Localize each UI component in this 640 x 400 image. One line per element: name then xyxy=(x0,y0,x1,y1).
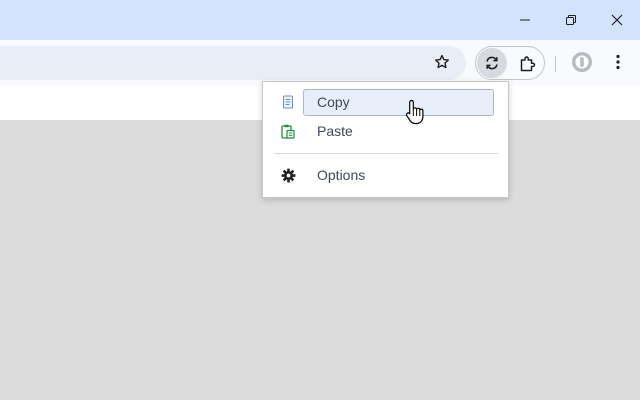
extensions-group xyxy=(475,46,545,80)
hand-pointer-cursor xyxy=(405,99,425,125)
restore-icon xyxy=(566,15,576,25)
puzzle-extensions-icon xyxy=(520,56,536,72)
paste-clipboard-icon xyxy=(280,123,296,139)
toolbar-separator xyxy=(555,56,556,72)
extension-popup-menu: Copy Paste Options xyxy=(262,81,509,198)
options-label: Options xyxy=(317,167,366,183)
more-menu-icon xyxy=(616,54,620,70)
profile-button[interactable] xyxy=(570,50,594,74)
close-window-button[interactable] xyxy=(594,0,640,40)
menu-item-copy[interactable]: Copy xyxy=(263,88,508,116)
title-bar xyxy=(0,0,640,40)
restore-button[interactable] xyxy=(548,0,594,40)
minimize-button[interactable] xyxy=(502,0,548,40)
copy-label: Copy xyxy=(317,94,350,110)
bookmark-star-button[interactable] xyxy=(428,48,456,76)
menu-item-options[interactable]: Options xyxy=(263,161,508,189)
extensions-menu-button[interactable] xyxy=(514,50,542,78)
browser-toolbar xyxy=(0,40,640,86)
copy-document-icon xyxy=(280,94,296,110)
close-icon xyxy=(611,14,623,26)
menu-item-paste[interactable]: Paste xyxy=(263,117,508,145)
address-bar[interactable] xyxy=(0,46,466,80)
paste-label: Paste xyxy=(317,123,353,139)
more-menu-button[interactable] xyxy=(606,48,630,76)
sync-extension-icon xyxy=(486,56,498,70)
sync-extension-button[interactable] xyxy=(477,48,507,78)
minimize-icon xyxy=(520,19,530,21)
profile-avatar-icon xyxy=(572,52,592,72)
gear-icon xyxy=(280,167,296,183)
menu-divider xyxy=(274,153,498,154)
star-icon xyxy=(435,54,449,69)
